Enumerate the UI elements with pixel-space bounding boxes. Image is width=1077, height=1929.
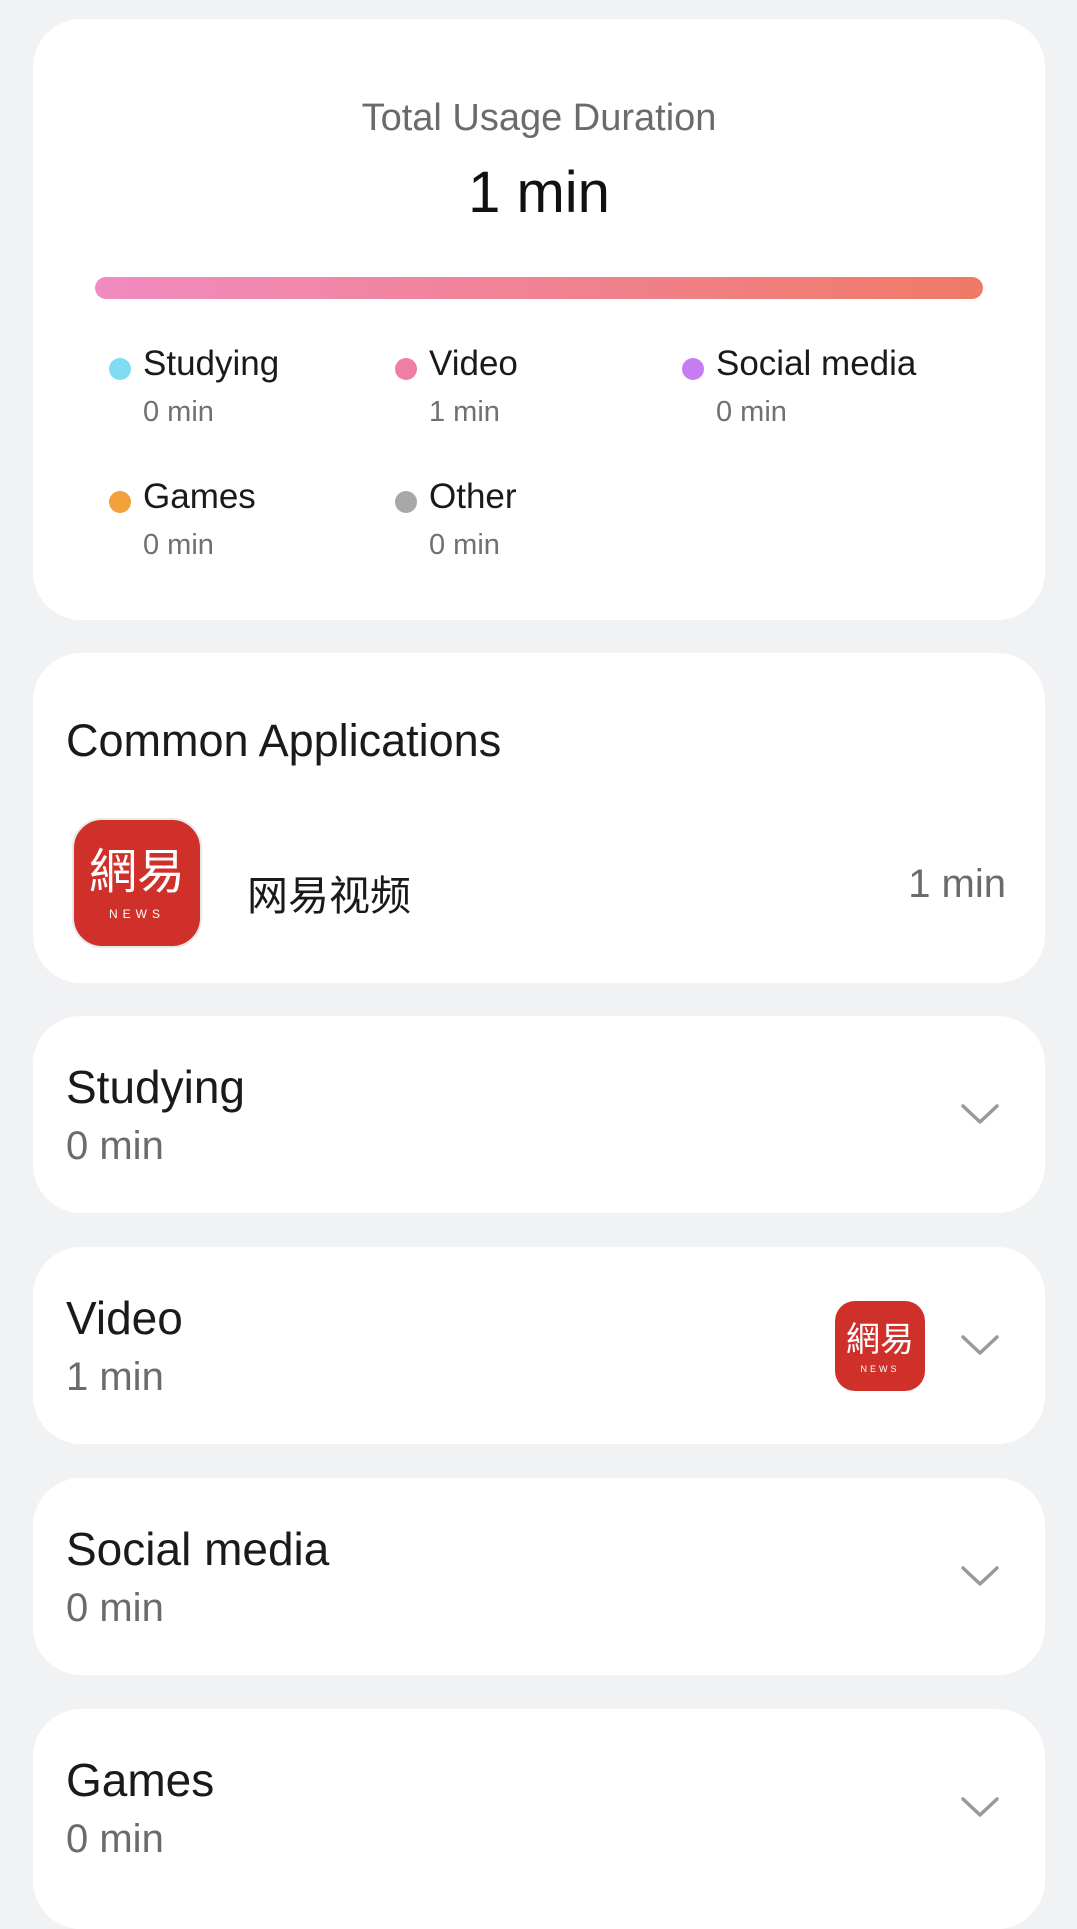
legend-item-other: Other 0 min — [395, 477, 655, 577]
category-studying[interactable]: Studying 0 min — [33, 1016, 1045, 1213]
svg-text:NEWS: NEWS — [861, 1364, 900, 1374]
category-name: Games — [66, 1754, 215, 1806]
legend-item-studying: Studying 0 min — [109, 344, 369, 444]
common-applications-card: Common Applications 網易 NEWS 网易视频 1 min — [33, 653, 1045, 983]
social-media-color-dot — [682, 358, 704, 380]
app-row[interactable]: 網易 NEWS 网易视频 1 min — [33, 818, 1045, 948]
category-video[interactable]: Video 1 min 網易 NEWS — [33, 1247, 1045, 1444]
legend-value: 0 min — [429, 529, 500, 561]
legend-label: Video — [429, 344, 518, 383]
svg-text:網易: 網易 — [89, 844, 185, 900]
legend-label: Studying — [143, 344, 280, 383]
legend-item-video: Video 1 min — [395, 344, 655, 444]
other-color-dot — [395, 491, 417, 513]
netease-news-logo: 網易 NEWS — [89, 844, 185, 921]
legend-item-games: Games 0 min — [109, 477, 369, 577]
chevron-down-icon[interactable] — [960, 1325, 1000, 1365]
legend-label: Games — [143, 477, 256, 516]
category-time: 0 min — [66, 1586, 164, 1630]
app-usage-time: 1 min — [908, 862, 1006, 906]
svg-text:網易: 網易 — [846, 1320, 914, 1360]
svg-text:NEWS: NEWS — [109, 907, 165, 921]
category-time: 0 min — [66, 1817, 164, 1861]
legend-value: 1 min — [429, 396, 500, 428]
common-applications-title: Common Applications — [66, 715, 502, 766]
chevron-down-icon[interactable] — [960, 1787, 1000, 1827]
total-usage-title: Total Usage Duration — [361, 97, 717, 139]
usage-bar-fill — [95, 277, 983, 299]
category-name: Social media — [66, 1523, 330, 1575]
category-time: 0 min — [66, 1124, 164, 1168]
category-social-media[interactable]: Social media 0 min — [33, 1478, 1045, 1675]
usage-distribution-bar — [95, 277, 983, 299]
chevron-down-icon[interactable] — [960, 1094, 1000, 1134]
category-games[interactable]: Games 0 min — [33, 1709, 1045, 1929]
legend-item-social-media: Social media 0 min — [682, 344, 942, 444]
category-time: 1 min — [66, 1355, 164, 1399]
netease-news-icon: 網易 NEWS — [835, 1301, 925, 1391]
legend-label: Social media — [716, 344, 917, 383]
legend-value: 0 min — [143, 529, 214, 561]
category-name: Studying — [66, 1061, 246, 1113]
studying-color-dot — [109, 358, 131, 380]
netease-news-icon: 網易 NEWS — [72, 818, 202, 948]
legend-label: Other — [429, 477, 517, 516]
category-name: Video — [66, 1292, 183, 1344]
total-usage-value: 1 min — [468, 160, 610, 225]
netease-news-logo: 網易 NEWS — [846, 1320, 914, 1374]
usage-summary-card: Total Usage Duration 1 min Studying 0 mi… — [33, 19, 1045, 620]
video-color-dot — [395, 358, 417, 380]
games-color-dot — [109, 491, 131, 513]
chevron-down-icon[interactable] — [960, 1556, 1000, 1596]
app-name: 网易视频 — [247, 872, 411, 920]
legend-value: 0 min — [716, 396, 787, 428]
legend-value: 0 min — [143, 396, 214, 428]
